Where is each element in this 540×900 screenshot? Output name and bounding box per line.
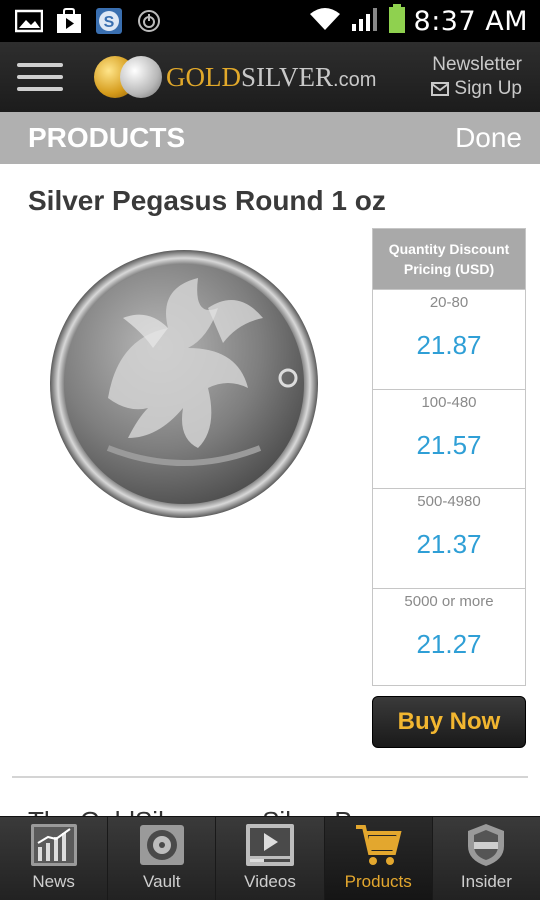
tab-label: Insider	[460, 872, 512, 891]
vault-icon	[136, 822, 188, 868]
power-icon	[134, 8, 164, 34]
tier-price: 21.27	[416, 628, 482, 659]
pricing-row: 100-480 21.57	[373, 388, 525, 489]
pricing-header: Quantity Discount Pricing (USD)	[373, 229, 525, 289]
image-icon	[14, 8, 44, 34]
newsletter-signup-button[interactable]: Newsletter Sign Up	[431, 53, 540, 101]
tab-products[interactable]: Products	[324, 817, 433, 900]
svg-text:S: S	[104, 14, 115, 31]
wifi-icon	[308, 6, 342, 37]
page-title: PRODUCTS	[28, 122, 186, 153]
tab-vault[interactable]: Vault	[108, 817, 217, 900]
tab-label: Products	[344, 872, 412, 891]
quantity-range: 5000 or more	[404, 592, 494, 610]
tab-label: Videos	[244, 872, 296, 891]
quantity-pricing-table: Quantity Discount Pricing (USD) 20-80 21…	[372, 228, 526, 686]
done-button[interactable]: Done	[455, 122, 522, 154]
clock: 8:37 AM	[413, 5, 528, 37]
tab-news[interactable]: News	[0, 817, 109, 900]
insider-badge-icon	[460, 822, 512, 868]
tab-label: News	[32, 872, 75, 891]
logo-coins-icon	[94, 54, 164, 100]
app-header: GOLDSILVER.com Newsletter Sign Up	[0, 42, 540, 112]
tab-label: Vault	[143, 872, 181, 891]
divider	[12, 776, 528, 778]
silver-pegasus-coin-image	[50, 250, 318, 518]
bottom-tab-bar: News Vault Videos Products Insider	[0, 816, 540, 900]
quantity-range: 500-4980	[417, 493, 481, 510]
shield-s-icon: S	[94, 8, 124, 34]
play-store-icon	[54, 8, 84, 34]
quantity-range: 100-480	[421, 393, 477, 411]
video-icon	[244, 822, 296, 868]
status-bar: S 8:37 AM	[0, 0, 540, 42]
tab-videos[interactable]: Videos	[216, 817, 325, 900]
products-title-bar: PRODUCTS Done	[0, 112, 540, 164]
tab-insider[interactable]: Insider	[433, 817, 540, 900]
pricing-row: 20-80 21.87	[373, 289, 525, 389]
logo-silver-text: SILVER	[241, 61, 334, 92]
goldsilver-logo[interactable]: GOLDSILVER.com	[94, 54, 376, 100]
newsletter-label: Newsletter	[432, 54, 522, 75]
logo-com-text: .com	[333, 68, 377, 91]
signup-label: Sign Up	[454, 78, 522, 99]
cart-icon	[352, 822, 404, 868]
pricing-row: 500-4980 21.37	[373, 488, 525, 588]
hamburger-menu-icon[interactable]	[0, 42, 80, 112]
pricing-row: 5000 or more 21.27	[373, 587, 525, 688]
quantity-range: 20-80	[429, 294, 469, 311]
signal-icon	[350, 6, 380, 37]
mail-icon	[431, 82, 450, 96]
tier-price: 21.57	[416, 429, 482, 460]
buy-now-button[interactable]: Buy Now	[372, 696, 526, 748]
battery-icon	[388, 3, 406, 39]
tier-price: 21.87	[416, 330, 482, 360]
logo-gold-text: GOLD	[166, 61, 241, 92]
tier-price: 21.37	[416, 529, 482, 559]
product-title: Silver Pegasus Round 1 oz	[28, 185, 386, 216]
chart-icon	[28, 822, 80, 868]
